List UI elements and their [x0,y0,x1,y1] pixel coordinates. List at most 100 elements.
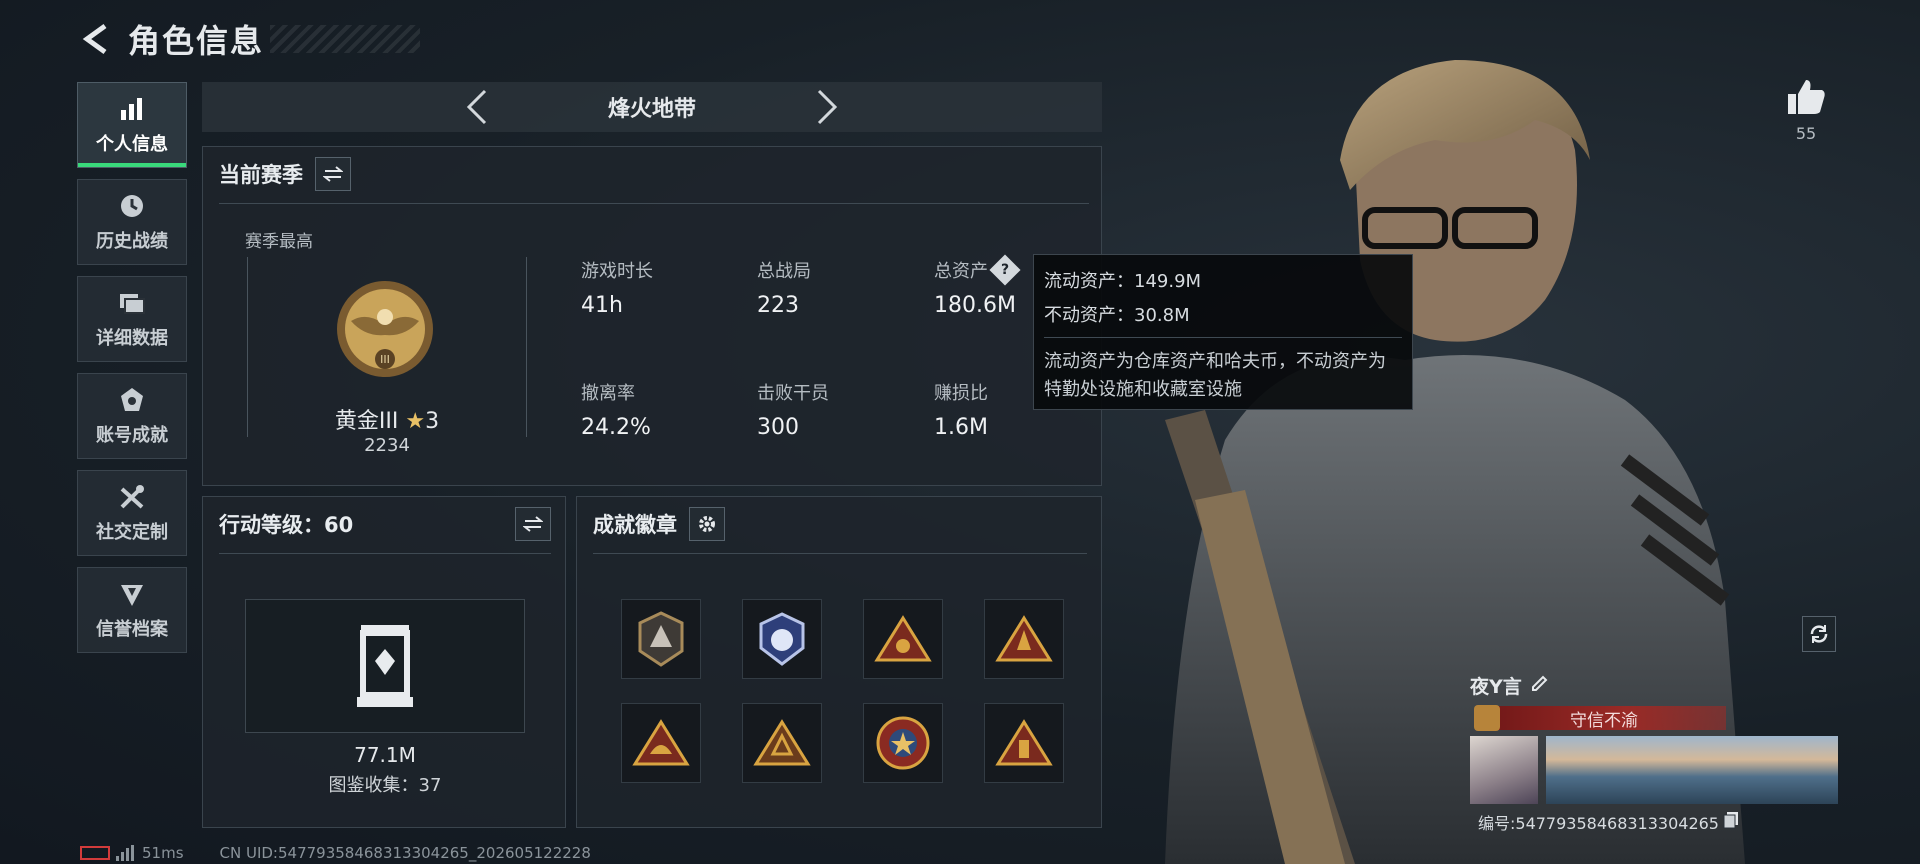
stat-label: 游戏时长 [581,261,653,282]
nav-label: 详细数据 [96,328,168,349]
refresh-icon [1810,625,1828,643]
reputation-icon [117,579,147,609]
status-bar: 51ms CN UID:54779358468313304265_2026051… [80,844,591,862]
next-mode-button[interactable] [802,82,852,132]
nav-item-detailed-data[interactable]: 详细数据 [77,276,187,362]
liquid-assets: 流动资产：149.9M [1044,271,1202,292]
display-case-icon [357,625,413,707]
collection-value: 77.1M [354,743,416,767]
mode-name: 烽火地带 [607,97,696,122]
page-title: 角色信息 [128,22,265,60]
title-tag: 守信不渝 [1474,705,1726,731]
svg-text:III: III [380,353,390,366]
stat-value: 1.6M [934,415,988,440]
badge-icon [995,719,1053,766]
badge-slot[interactable] [621,703,701,783]
mode-selector: 烽火地带 [202,82,1102,132]
badge-icon [753,719,811,766]
tools-icon [117,482,147,512]
collection-showcase[interactable] [245,599,525,733]
nav-label: 历史战绩 [96,231,168,252]
achievement-icon [117,385,147,415]
stat-item: 游戏时长 41h [581,257,653,318]
stat-label: 赚损比 [934,383,988,404]
badge-icon [632,719,690,766]
help-icon[interactable]: ? [989,254,1021,286]
nav-item-personal-info[interactable]: 个人信息 [77,82,187,168]
avatar[interactable] [1470,736,1538,804]
swap-level-button[interactable] [515,507,551,541]
bar-chart-icon [117,94,147,124]
stat-value: 41h [581,293,623,318]
best-label: 赛季最高 [245,232,313,252]
rank-stars: 3 [425,409,440,434]
nav-label: 个人信息 [96,134,168,155]
fixed-assets: 不动资产：30.8M [1044,305,1190,326]
badge-slot[interactable] [742,703,822,783]
star-icon: ★ [405,409,426,434]
section-title: 成就徽章 [593,513,677,537]
ping-value: 51ms [142,844,184,862]
section-title: 行动等级：60 [219,513,354,537]
badge-icon [876,716,930,770]
folders-icon [117,288,147,318]
nav-label: 社交定制 [96,522,168,543]
stat-label: 总资产 [934,261,988,282]
swap-season-button[interactable] [315,157,351,191]
badge-slot[interactable] [863,703,943,783]
stat-value: 24.2% [581,415,651,440]
badges-panel: 成就徽章 [576,496,1102,828]
nav-item-social[interactable]: 社交定制 [77,470,187,556]
rank-name-row: 黄金III ★3 [247,403,527,435]
copy-icon[interactable] [1723,811,1739,833]
nav-label: 账号成就 [96,425,168,446]
page-header: 角色信息 [76,14,421,64]
stat-value: 300 [757,415,799,440]
stat-item: 总资产 ? 180.6M [934,254,1021,318]
refresh-button[interactable] [1802,616,1836,652]
badge-icon [995,615,1053,662]
stat-item: 总战局 223 [757,257,811,318]
player-name: 夜Y言 [1470,676,1522,698]
title-decoration [270,25,421,53]
badge-icon [638,611,684,667]
stat-label: 击败干员 [757,383,829,404]
edit-name-icon[interactable] [1530,675,1548,697]
prev-mode-button[interactable] [452,82,502,132]
badge-slot[interactable] [742,599,822,679]
like-block: 55 [1780,78,1832,143]
badge-slot[interactable] [863,599,943,679]
badge-slot[interactable] [984,599,1064,679]
assets-tooltip: 流动资产：149.9M 不动资产：30.8M 流动资产为仓库资产和哈夫币，不动资… [1033,254,1413,410]
history-clock-icon [117,191,147,221]
section-title: 当前赛季 [219,163,303,187]
badge-icon [759,612,805,666]
back-arrow-icon[interactable] [76,19,116,59]
badge-slot[interactable] [621,599,701,679]
badge-settings-button[interactable] [689,507,725,541]
stat-item: 赚损比 1.6M [934,379,988,440]
nav-label: 信誉档案 [96,619,168,640]
badge-slot[interactable] [984,703,1064,783]
profile-banner[interactable] [1546,736,1838,804]
action-level-panel: 行动等级：60 77.1M 图鉴收集：37 [202,496,566,828]
stat-item: 撤离率 24.2% [581,379,651,440]
nav-item-history[interactable]: 历史战绩 [77,179,187,265]
profile-card: 夜Y言 守信不渝 编号:5477935846831330426​5 [1470,672,1840,833]
stat-label: 总战局 [757,261,811,282]
stat-label: 撤离率 [581,383,635,404]
stat-value: 223 [757,293,799,318]
rank-score: 2234 [364,435,410,456]
current-season-panel: 当前赛季 赛季最高 III 黄金III ★3 2234 游戏时长 41h 总战局… [202,146,1102,486]
player-id: 编号:5477935846831330426​5 [1478,814,1719,833]
sidebar-nav: 个人信息 历史战绩 详细数据 账号成就 社交定制 信誉档案 [77,82,187,664]
nav-item-reputation[interactable]: 信誉档案 [77,567,187,653]
signal-icon [116,845,134,861]
title-emblem-icon [1474,705,1500,731]
nav-item-achievements[interactable]: 账号成就 [77,373,187,459]
stat-item: 击败干员 300 [757,379,829,440]
title-tag-text: 守信不渝 [1570,710,1638,731]
thumbs-up-icon[interactable] [1780,78,1832,120]
stat-value: 180.6M [934,293,1016,318]
badge-icon [874,615,932,662]
